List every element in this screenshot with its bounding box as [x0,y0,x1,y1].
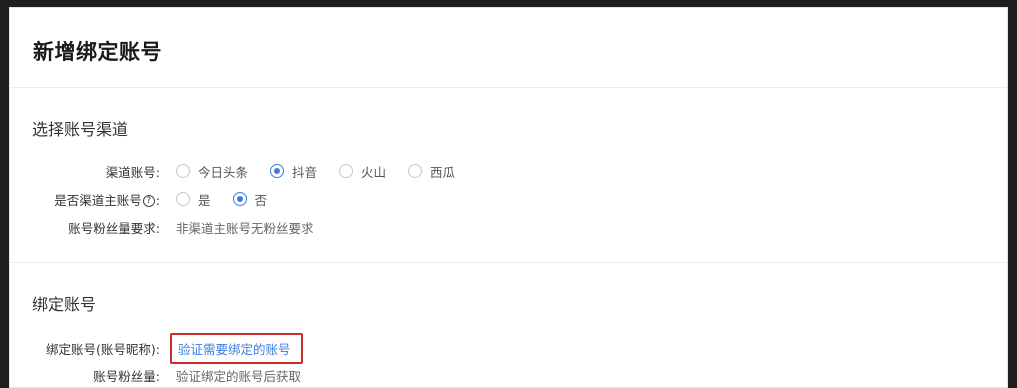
fans-count-row: 账号粉丝量: 验证绑定的账号后获取 [10,365,1007,385]
is-main-radio-group: 是 否 [176,190,289,209]
channel-section-title: 选择账号渠道 [32,120,129,139]
fans-requirement-label: 账号粉丝量要求: [68,220,160,236]
verify-highlight-box: 验证需要绑定的账号 [170,332,303,364]
radio-label-no: 否 [254,192,268,208]
radio-label-xigua: 西瓜 [430,164,456,180]
radio-label-yes: 是 [198,192,211,208]
add-bound-account-panel: 新增绑定账号 选择账号渠道 渠道账号: 今日头条 抖音 火山 西瓜 是否渠道主账… [9,7,1008,388]
question-mark-help-icon[interactable]: ? [142,195,155,207]
verify-account-link[interactable]: 验证需要绑定的账号 [178,342,291,357]
radio-option-douyin[interactable]: 抖音 [270,162,317,181]
radio-label-toutiao: 今日头条 [198,164,249,180]
is-main-label-text: 是否渠道主账号 [54,192,142,208]
radio-label-douyin: 抖音 [292,164,318,180]
radio-option-huoshan[interactable]: 火山 [339,162,386,181]
radio-circle-huoshan[interactable] [339,164,354,178]
section-divider [10,262,1007,263]
title-divider [10,87,1007,88]
channel-radio-group: 今日头条 抖音 火山 西瓜 [176,162,477,181]
radio-option-toutiao[interactable]: 今日头条 [176,162,248,181]
nickname-value: 验证需要绑定的账号 [170,332,303,364]
is-main-account-row: 是否渠道主账号?: 是 否 [10,189,1007,209]
fans-requirement-row: 账号粉丝量要求: 非渠道主账号无粉丝要求 [10,217,1007,237]
bind-section-title: 绑定账号 [32,295,97,314]
radio-option-xigua[interactable]: 西瓜 [408,162,455,181]
is-main-label-colon: : [155,192,160,208]
nickname-row: 绑定账号(账号昵称): 验证需要绑定的账号 [10,332,1007,364]
radio-option-yes[interactable]: 是 [176,190,211,209]
channel-account-row: 渠道账号: 今日头条 抖音 火山 西瓜 [10,161,1007,181]
page-title: 新增绑定账号 [33,40,162,64]
fans-requirement-value: 非渠道主账号无粉丝要求 [176,220,314,236]
radio-circle-no-selected[interactable] [232,192,247,206]
nickname-label: 绑定账号(账号昵称): [46,341,160,357]
radio-circle-xigua[interactable] [408,164,423,178]
fans-count-value: 验证绑定的账号后获取 [176,368,302,384]
is-main-account-label: 是否渠道主账号?: [10,190,162,209]
radio-label-huoshan: 火山 [361,164,387,180]
radio-option-no[interactable]: 否 [232,190,268,209]
radio-circle-toutiao[interactable] [176,164,190,178]
channel-account-label: 渠道账号: [105,164,160,180]
radio-circle-yes[interactable] [176,192,190,206]
radio-circle-douyin-selected[interactable] [270,164,285,178]
fans-count-label: 账号粉丝量: [93,368,160,384]
